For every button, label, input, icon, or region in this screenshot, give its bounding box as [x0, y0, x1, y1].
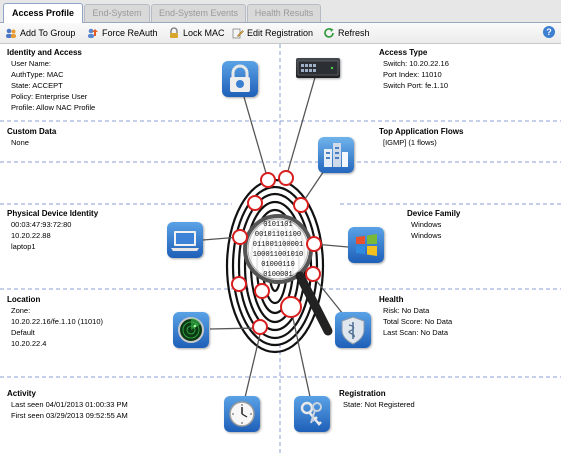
access-type-title: Access Type: [379, 48, 428, 57]
marker-activity: [252, 319, 268, 335]
group-icon: [6, 28, 16, 38]
marker-health: [305, 266, 321, 282]
access-type-line: Switch: 10.20.22.16: [383, 59, 449, 68]
device-family-line: Windows: [411, 231, 442, 240]
binary-line: 0100001: [263, 271, 292, 279]
access-type-section: Access Type Switch: 10.20.22.16 Port Ind…: [379, 47, 449, 91]
lock-icon: [170, 27, 178, 38]
identity-section: Identity and Access User Name: AuthType:…: [7, 47, 95, 113]
marker-custom-data: [247, 195, 263, 211]
location-line: Zone:: [11, 306, 31, 315]
toolbar: Add To Group Force ReAuth Lock MAC Edit …: [0, 23, 561, 44]
location-section: Location Zone: 10.20.22.16/fe.1.10 (1101…: [7, 294, 103, 349]
physical-line: 10.20.22.88: [11, 231, 51, 240]
binary-line: 01000110: [261, 261, 295, 269]
identity-line: Profile: Allow NAC Profile: [11, 103, 96, 112]
physical-section: Physical Device Identity 00:03:47:93:72:…: [7, 208, 98, 252]
force-reauth-label: Force ReAuth: [102, 28, 158, 38]
identity-line: AuthType: MAC: [11, 70, 64, 79]
tab-bar: Access Profile End-System End-System Eve…: [0, 0, 561, 23]
tab-health-results[interactable]: Health Results: [247, 4, 321, 22]
app-flows-section: Top Application Flows [IGMP] (1 flows): [379, 126, 463, 148]
lock-mac-button[interactable]: Lock MAC: [168, 25, 225, 41]
access-type-line: Port Index: 11010: [383, 70, 442, 79]
laptop-icon[interactable]: [167, 222, 203, 258]
radar-icon[interactable]: [173, 312, 209, 348]
reauth-icon: [88, 28, 98, 38]
add-to-group-button[interactable]: Add To Group: [5, 25, 75, 41]
health-line: Risk: No Data: [383, 306, 430, 315]
location-line: 10.20.22.4: [11, 339, 47, 348]
location-title: Location: [7, 295, 41, 304]
network-switch-icon[interactable]: [296, 58, 340, 78]
windows-icon[interactable]: [348, 227, 384, 263]
physical-line: laptop1: [11, 242, 36, 251]
device-family-line: Windows: [411, 220, 442, 229]
health-shield-icon[interactable]: [335, 312, 371, 348]
application-flows-icon[interactable]: [318, 137, 354, 173]
binary-line: 0101101: [263, 221, 292, 229]
registration-line: State: Not Registered: [343, 400, 415, 409]
device-family-title: Device Family: [407, 209, 461, 218]
registration-section: Registration State: Not Registered: [339, 388, 415, 410]
activity-section: Activity Last seen 04/01/2013 01:00:33 P…: [7, 388, 128, 421]
refresh-button[interactable]: Refresh: [323, 25, 370, 41]
physical-title: Physical Device Identity: [7, 209, 99, 218]
marker-location: [254, 283, 270, 299]
keys-icon[interactable]: [294, 396, 330, 432]
marker-identity: [260, 172, 276, 188]
marker-left: [231, 276, 247, 292]
help-icon[interactable]: ?: [543, 26, 555, 38]
physical-line: 00:03:47:93:72:80: [11, 220, 72, 229]
lock-mac-label: Lock MAC: [183, 28, 225, 38]
identity-line: User Name:: [11, 59, 52, 68]
activity-title: Activity: [7, 389, 36, 398]
app-flows-title: Top Application Flows: [379, 127, 464, 136]
health-title: Health: [379, 295, 404, 304]
location-line: 10.20.22.16/fe.1.10 (11010): [11, 317, 104, 326]
custom-data-title: Custom Data: [7, 127, 57, 136]
marker-physical: [232, 229, 248, 245]
marker-registration: [280, 296, 302, 318]
app-flows-line: [IGMP] (1 flows): [383, 138, 437, 147]
edit-registration-button[interactable]: Edit Registration: [232, 25, 313, 41]
health-line: Last Scan: No Data: [383, 328, 449, 337]
refresh-icon: [324, 28, 334, 38]
access-profile-panel: 0101101 00101101100 011001100001 1000110…: [0, 44, 561, 455]
registration-title: Registration: [339, 389, 386, 398]
activity-line: First seen 03/29/2013 09:52:55 AM: [11, 411, 128, 420]
tab-end-system-events[interactable]: End-System Events: [151, 4, 246, 22]
health-section: Health Risk: No Data Total Score: No Dat…: [379, 294, 452, 338]
tab-access-profile[interactable]: Access Profile: [3, 3, 83, 23]
tab-end-system[interactable]: End-System: [84, 4, 150, 22]
custom-data-line: None: [11, 138, 29, 147]
health-line: Total Score: No Data: [383, 317, 453, 326]
edit-icon: [232, 28, 244, 39]
custom-data-section: Custom Data None: [7, 126, 56, 148]
access-type-line: Switch Port: fe.1.10: [383, 81, 449, 90]
binary-line: 011001100001: [253, 241, 303, 249]
force-reauth-button[interactable]: Force ReAuth: [87, 25, 158, 41]
clock-icon[interactable]: [224, 396, 260, 432]
identity-line: Policy: Enterprise User: [11, 92, 88, 101]
binary-line: 00101101100: [255, 231, 301, 239]
marker-app-flows: [293, 197, 309, 213]
identity-line: State: ACCEPT: [11, 81, 63, 90]
activity-line: Last seen 04/01/2013 01:00:33 PM: [11, 400, 128, 409]
location-line: Default: [11, 328, 35, 337]
marker-access-type: [278, 170, 294, 186]
marker-device-family: [306, 236, 322, 252]
device-family-section: Device Family Windows Windows: [407, 208, 460, 241]
padlock-icon[interactable]: [222, 61, 258, 97]
add-to-group-label: Add To Group: [20, 28, 76, 38]
refresh-label: Refresh: [338, 28, 370, 38]
binary-line: 100011001010: [253, 251, 303, 259]
edit-registration-label: Edit Registration: [247, 28, 314, 38]
identity-title: Identity and Access: [7, 48, 82, 57]
